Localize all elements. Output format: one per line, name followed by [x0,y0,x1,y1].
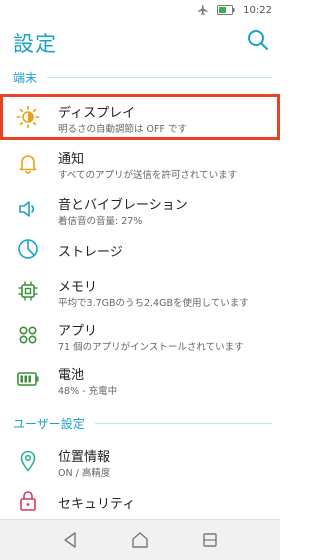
item-subtitle: 着信音の音量: 27% [58,216,143,227]
battery-icon [217,5,235,15]
battery-charging-icon [16,367,40,391]
section-label: ユーザー設定 [13,416,85,431]
item-subtitle: 平均で3.7GBのうち2.4GBを使用しています [58,298,249,309]
search-icon[interactable] [246,28,270,52]
app-bar: 設定 [0,20,280,62]
airplane-icon [197,4,209,16]
speaker-icon [16,197,40,221]
bell-icon [16,151,40,175]
item-title: セキュリティ [58,497,136,512]
item-title: ストレージ [58,245,123,260]
settings-item-storage[interactable]: ストレージ [0,226,280,272]
item-subtitle: 71 個のアプリがインストールされています [58,342,244,353]
section-label: 端末 [13,70,38,85]
recents-icon[interactable] [200,530,220,550]
item-title: 音とバイブレーション [58,198,188,213]
item-title: アプリ [58,324,98,339]
memory-chip-icon [16,279,40,303]
item-subtitle: 明るさの自動調節は OFF です [58,124,187,135]
item-title: 通知 [58,152,85,167]
divider [47,76,272,78]
page-title: 設定 [13,32,57,56]
item-title: メモリ [58,280,98,295]
section-header-user: ユーザー設定 [0,410,280,436]
item-subtitle: ON / 高精度 [58,468,111,479]
status-bar: 10:22 [0,0,280,20]
settings-item-battery[interactable]: 電池 48% - 充電中 [0,356,280,402]
status-time: 10:22 [243,4,272,16]
section-header-device: 端末 [0,64,280,90]
lock-icon [16,489,40,513]
item-title: 位置情報 [58,450,111,465]
brightness-icon [16,105,40,129]
apps-icon [16,323,40,347]
item-title: ディスプレイ [58,106,136,121]
back-icon[interactable] [60,530,80,550]
settings-item-notifications[interactable]: 通知 すべてのアプリが送信を許可されています [0,140,280,186]
item-subtitle: 48% - 充電中 [58,386,118,397]
settings-item-memory[interactable]: メモリ 平均で3.7GBのうち2.4GBを使用しています [0,268,280,314]
item-title: 電池 [58,368,85,383]
storage-icon [16,237,40,261]
item-subtitle: すべてのアプリが送信を許可されています [58,170,238,181]
location-icon [16,449,40,473]
navigation-bar [0,519,280,560]
settings-item-apps[interactable]: アプリ 71 個のアプリがインストールされています [0,312,280,358]
home-icon[interactable] [130,530,150,550]
divider [94,422,272,424]
settings-item-display[interactable]: ディスプレイ 明るさの自動調節は OFF です [0,94,280,140]
settings-item-security[interactable]: セキュリティ [0,478,280,524]
